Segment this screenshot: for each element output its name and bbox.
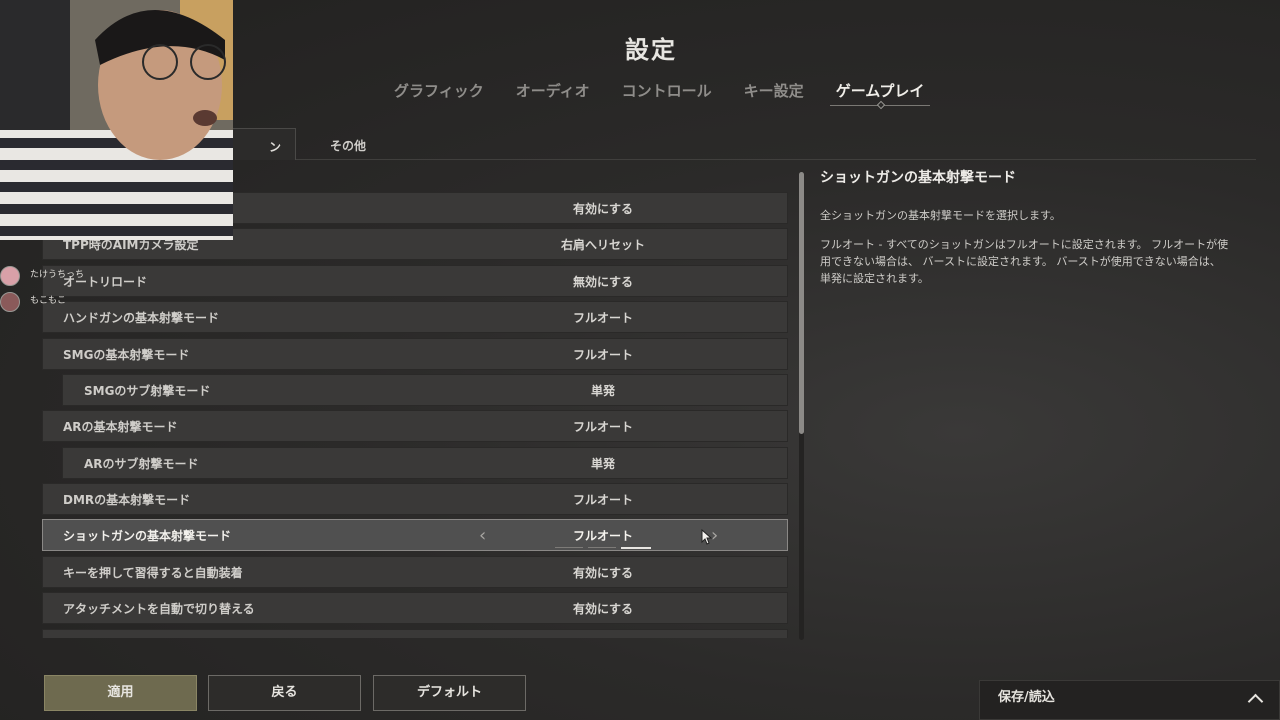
option-dot-active [621, 547, 651, 549]
setting-row-sub[interactable]: SMGのサブ射撃モード 単発 [62, 374, 788, 406]
viewer-list: たけうちっち もこもこ [0, 264, 100, 316]
setting-label: SMGの基本射撃モード [63, 348, 190, 362]
settings-list: 有効にする TPP時のAIMカメラ設定 右肩へリセット オートリロード 無効にす… [42, 192, 790, 638]
setting-label: ショットガンの基本射撃モード [63, 529, 232, 543]
chevron-left-icon[interactable]: ‹ [479, 520, 486, 552]
setting-row[interactable]: オートリロード 無効にする [42, 265, 788, 297]
setting-row[interactable]: ARの基本射撃モード フルオート [42, 410, 788, 442]
setting-value: フルオート [572, 348, 633, 362]
webcam-overlay [0, 0, 233, 240]
setting-value: 無効にする [572, 275, 634, 289]
viewer-name: もこもこ [30, 296, 67, 306]
description-detail: フルオート - すべてのショットガンはフルオートに設定されます。 フルオートが使… [820, 238, 1229, 285]
option-dot [588, 547, 616, 548]
setting-row-selected[interactable]: ショットガンの基本射撃モード ‹ フルオート › [42, 519, 788, 551]
setting-row-partial[interactable] [42, 629, 788, 638]
chevron-up-icon[interactable] [1247, 693, 1264, 710]
setting-label: SMGのサブ射撃モード [84, 384, 211, 398]
description-panel: ショットガンの基本射撃モード 全ショットガンの基本射撃モードを選択します。 フル… [820, 168, 1240, 285]
back-button[interactable]: 戻る [208, 675, 361, 711]
settings-tabs: グラフィック オーディオ コントロール キー設定 ゲームプレイ [378, 80, 941, 106]
setting-label: ARの基本射撃モード [63, 420, 178, 434]
setting-value: フルオート [572, 420, 633, 434]
setting-row[interactable]: DMRの基本射撃モード フルオート [42, 483, 788, 515]
description-summary: 全ショットガンの基本射撃モードを選択します。 [820, 209, 1061, 222]
setting-value: 有効にする [572, 566, 634, 580]
option-dot [555, 547, 583, 548]
viewer-item: もこもこ [0, 290, 100, 316]
setting-row[interactable]: アタッチメントを自動で切り替える 有効にする [42, 592, 788, 624]
setting-label: キーを押して習得すると自動装着 [63, 566, 243, 580]
setting-label: ARのサブ射撃モード [84, 457, 199, 471]
setting-row[interactable]: キーを押して習得すると自動装着 有効にする [42, 556, 788, 588]
scrollbar-thumb[interactable] [799, 172, 804, 434]
subtab-active-label: ン [268, 140, 281, 154]
option-indicator [555, 547, 651, 549]
webcam-image [0, 0, 233, 240]
setting-label: DMRの基本射撃モード [63, 493, 191, 507]
viewer-item: たけうちっち [0, 264, 100, 290]
setting-value: 有効にする [572, 602, 634, 616]
setting-row[interactable]: SMGの基本射撃モード フルオート [42, 338, 788, 370]
avatar [0, 292, 20, 312]
setting-value: フルオート [572, 493, 633, 507]
subtab-other[interactable]: その他 [290, 128, 406, 159]
avatar [0, 266, 20, 286]
save-load-label: 保存/読込 [998, 690, 1055, 705]
setting-label: アタッチメントを自動で切り替える [63, 602, 255, 616]
setting-row[interactable]: ハンドガンの基本射撃モード フルオート [42, 301, 788, 333]
tab-audio[interactable]: オーディオ [500, 80, 606, 102]
description-title: ショットガンの基本射撃モード [820, 170, 1016, 186]
setting-value: 右肩へリセット [560, 238, 645, 252]
tab-controls[interactable]: コントロール [606, 80, 728, 102]
tab-keybinds[interactable]: キー設定 [728, 80, 820, 102]
save-load-bar[interactable]: 保存/読込 [979, 680, 1280, 720]
setting-value: 有効にする [572, 202, 634, 216]
viewer-name: たけうちっち [30, 270, 85, 280]
apply-button[interactable]: 適用 [44, 675, 197, 711]
setting-row-sub[interactable]: ARのサブ射撃モード 単発 [62, 447, 788, 479]
setting-value: 単発 [590, 384, 615, 398]
setting-value: フルオート [572, 311, 633, 325]
tab-gameplay[interactable]: ゲームプレイ [820, 80, 941, 106]
tab-graphics[interactable]: グラフィック [378, 80, 500, 102]
mouse-cursor-icon [701, 529, 713, 545]
default-button[interactable]: デフォルト [373, 675, 526, 711]
setting-value: 単発 [590, 457, 615, 471]
